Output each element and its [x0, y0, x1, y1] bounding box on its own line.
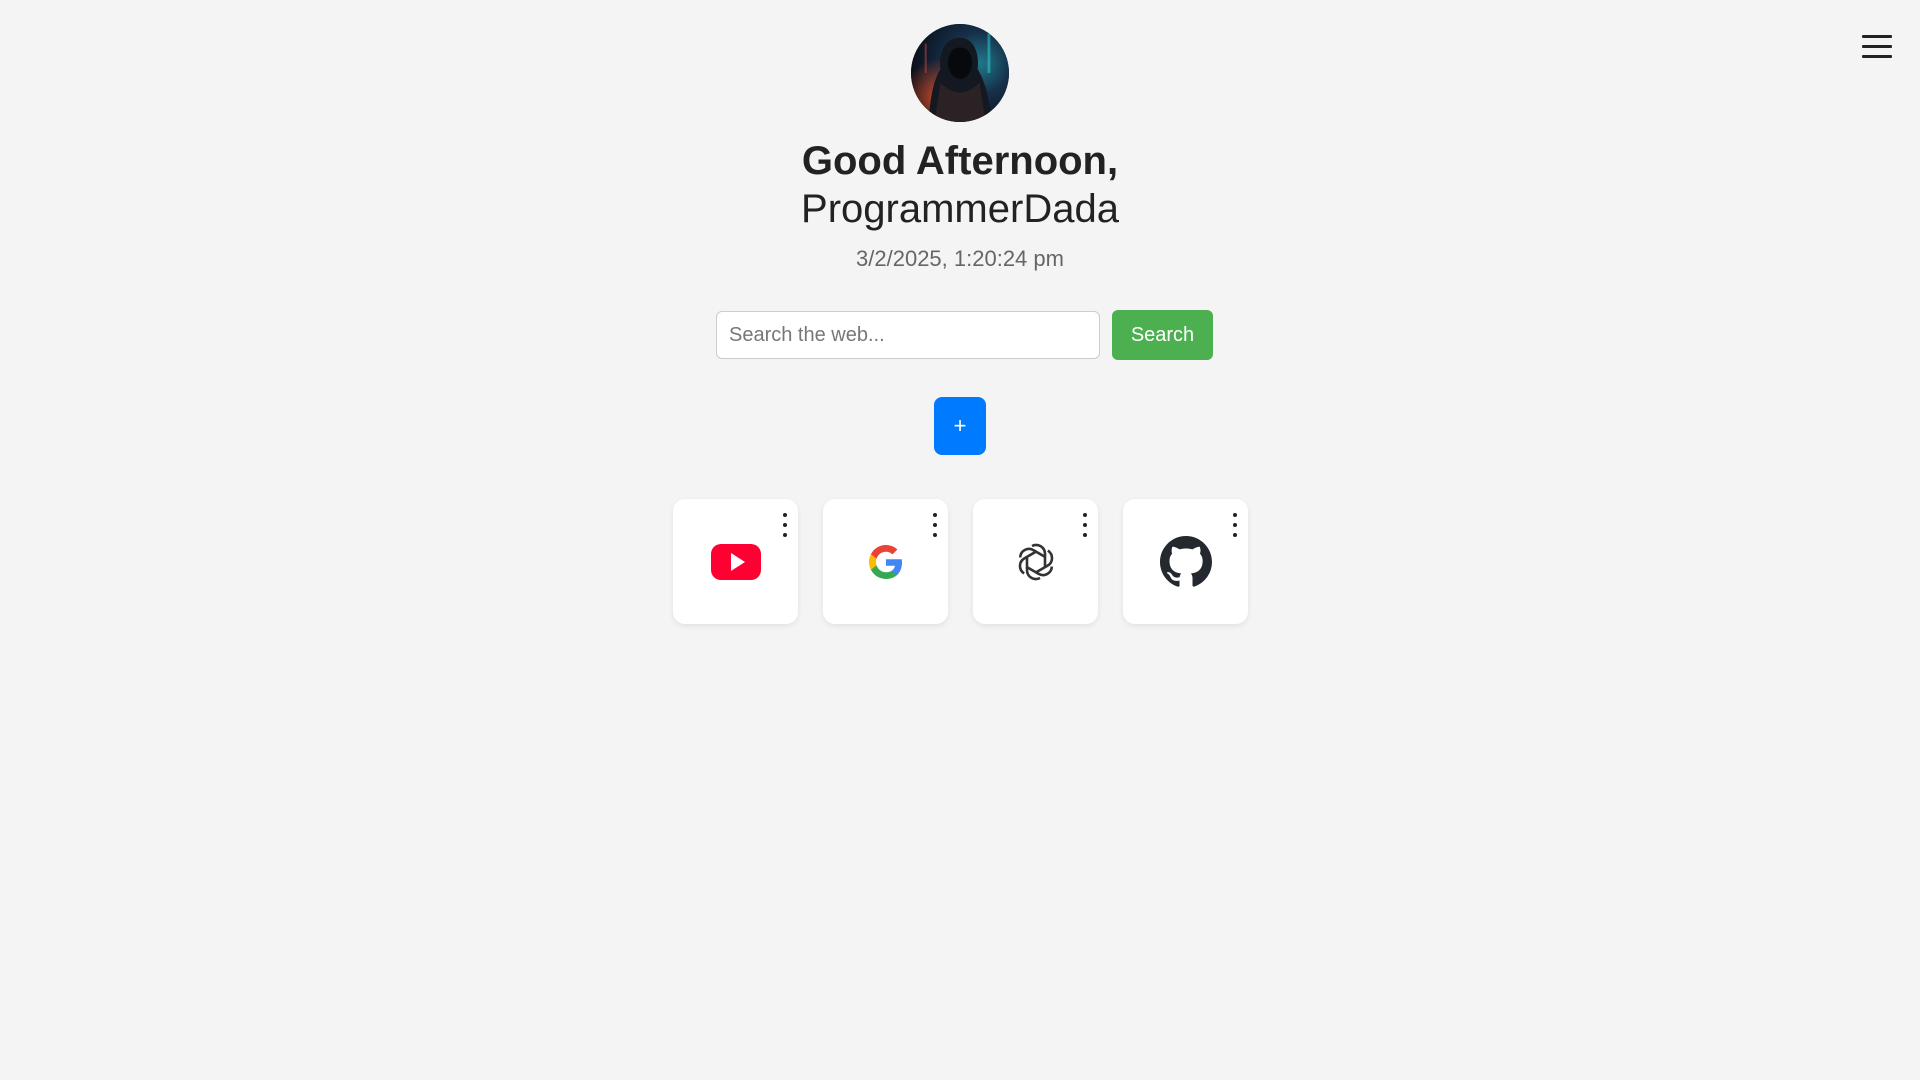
add-shortcut-button[interactable]: +	[934, 397, 986, 455]
kebab-menu-icon[interactable]	[1080, 513, 1090, 537]
shortcut-grid	[673, 499, 1248, 624]
menu-line	[1862, 54, 1892, 58]
shortcut-tile-github[interactable]	[1123, 499, 1248, 624]
datetime-display: 3/2/2025, 1:20:24 pm	[856, 246, 1064, 271]
shortcut-tile-google[interactable]	[823, 499, 948, 624]
new-tab-page: Good Afternoon, ProgrammerDada 3/2/2025,…	[0, 0, 1920, 1080]
search-input[interactable]	[716, 311, 1100, 359]
greeting-username: ProgrammerDada	[801, 187, 1119, 231]
greeting-salutation: Good Afternoon,	[801, 139, 1119, 183]
hamburger-menu-icon[interactable]	[1862, 30, 1894, 62]
search-button[interactable]: Search	[1112, 310, 1213, 360]
kebab-menu-icon[interactable]	[930, 513, 940, 537]
kebab-menu-icon[interactable]	[1230, 513, 1240, 537]
shortcut-tile-youtube[interactable]	[673, 499, 798, 624]
menu-line	[1862, 44, 1892, 48]
openai-icon	[1018, 543, 1053, 580]
hooded-figure-avatar-icon	[911, 24, 1009, 122]
shortcut-tile-openai[interactable]	[973, 499, 1098, 624]
search-bar: Search	[716, 310, 1213, 360]
github-icon	[1159, 535, 1212, 587]
kebab-menu-icon[interactable]	[780, 513, 790, 537]
avatar	[911, 24, 1009, 122]
youtube-icon	[710, 543, 761, 580]
menu-line	[1862, 34, 1892, 38]
google-icon	[868, 544, 902, 579]
